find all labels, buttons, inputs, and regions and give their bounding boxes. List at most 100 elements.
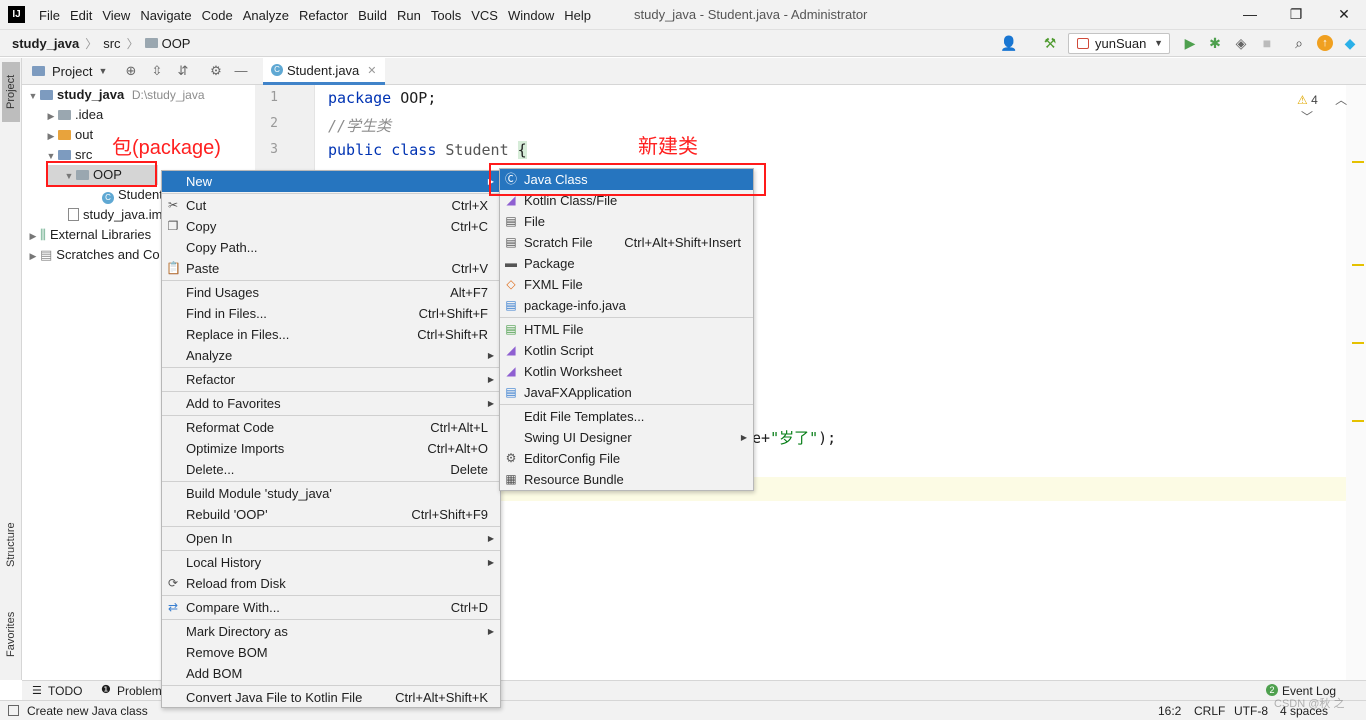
breadcrumb-oop[interactable]: OOP bbox=[162, 36, 191, 51]
close-button[interactable]: ✕ bbox=[1334, 4, 1354, 24]
chevron-right-icon[interactable]: ▶ bbox=[44, 106, 58, 126]
tree-item-idea[interactable]: ▶ .idea bbox=[44, 105, 104, 126]
menu-item-local-history[interactable]: Local History ▶ bbox=[162, 552, 500, 573]
submenu-item-scratch-file[interactable]: ▤ Scratch File Ctrl+Alt+Shift+Insert bbox=[500, 232, 753, 253]
hide-panel-icon[interactable]: — bbox=[233, 63, 249, 79]
menu-navigate[interactable]: Navigate bbox=[135, 8, 196, 23]
update-icon[interactable]: ↑ bbox=[1317, 35, 1333, 51]
caret-position[interactable]: 16:2 bbox=[1158, 704, 1181, 718]
search-icon[interactable]: ⌕ bbox=[1291, 35, 1307, 51]
menu-item-copy[interactable]: ❐ Copy Ctrl+C bbox=[162, 216, 500, 237]
menu-item-reload-from-disk[interactable]: ⟳ Reload from Disk bbox=[162, 573, 500, 594]
menu-item-new[interactable]: New ▶ bbox=[162, 171, 500, 192]
chevron-down-icon[interactable]: ▼ bbox=[98, 66, 107, 76]
collapse-all-icon[interactable]: ⇵ bbox=[175, 63, 191, 79]
menu-item-convert-to-kotlin[interactable]: Convert Java File to Kotlin File Ctrl+Alt… bbox=[162, 687, 500, 708]
menu-item-rebuild[interactable]: Rebuild 'OOP' Ctrl+Shift+F9 bbox=[162, 504, 500, 525]
menu-refactor[interactable]: Refactor bbox=[294, 8, 353, 23]
menu-help[interactable]: Help bbox=[559, 8, 596, 23]
expand-all-icon[interactable]: ⇳ bbox=[149, 63, 165, 79]
status-toggle-icon[interactable] bbox=[8, 705, 19, 716]
submenu-item-kotlin-script[interactable]: ◢ Kotlin Script bbox=[500, 340, 753, 361]
menu-item-remove-bom[interactable]: Remove BOM bbox=[162, 642, 500, 663]
tool-window-todo[interactable]: TODO bbox=[48, 684, 82, 698]
submenu-item-html-file[interactable]: ▤ HTML File bbox=[500, 319, 753, 340]
chevron-right-icon[interactable]: ▶ bbox=[26, 226, 40, 246]
menu-item-build-module[interactable]: Build Module 'study_java' bbox=[162, 483, 500, 504]
menu-item-replace-in-files[interactable]: Replace in Files... Ctrl+Shift+R bbox=[162, 324, 500, 345]
submenu-item-kotlin-worksheet[interactable]: ◢ Kotlin Worksheet bbox=[500, 361, 753, 382]
close-tab-icon[interactable]: ✕ bbox=[367, 64, 376, 77]
menu-code[interactable]: Code bbox=[197, 8, 238, 23]
gear-icon[interactable]: ⚙ bbox=[208, 63, 224, 79]
breadcrumb-project[interactable]: study_java bbox=[12, 36, 79, 51]
tool-window-tab-project[interactable]: Project bbox=[2, 62, 20, 122]
submenu-item-edit-file-templates[interactable]: Edit File Templates... bbox=[500, 406, 753, 427]
warning-stripe[interactable] bbox=[1352, 264, 1364, 266]
menu-item-add-to-favorites[interactable]: Add to Favorites ▶ bbox=[162, 393, 500, 414]
menu-file[interactable]: File bbox=[34, 8, 65, 23]
chevron-down-icon[interactable]: ﹀ bbox=[1301, 110, 1313, 124]
menu-window[interactable]: Window bbox=[503, 8, 559, 23]
warning-stripe[interactable] bbox=[1352, 420, 1364, 422]
submenu-item-package-info[interactable]: ▤ package-info.java bbox=[500, 295, 753, 316]
menu-build[interactable]: Build bbox=[353, 8, 392, 23]
submenu-item-file[interactable]: ▤ File bbox=[500, 211, 753, 232]
minimize-button[interactable]: — bbox=[1240, 4, 1260, 24]
editor-scroll-strip[interactable] bbox=[1346, 85, 1366, 680]
menu-item-optimize-imports[interactable]: Optimize Imports Ctrl+Alt+O bbox=[162, 438, 500, 459]
chevron-right-icon[interactable]: ▶ bbox=[26, 246, 40, 266]
warning-indicator[interactable]: ⚠ 4 ︿ ﹀ bbox=[1297, 91, 1366, 125]
tree-item-student[interactable]: C Student bbox=[102, 185, 163, 205]
submenu-item-javafx-application[interactable]: ▤ JavaFXApplication bbox=[500, 382, 753, 403]
debug-icon[interactable]: ✱ bbox=[1207, 35, 1223, 51]
menu-edit[interactable]: Edit bbox=[65, 8, 97, 23]
tree-item-external-libraries[interactable]: ▶ ⫼ External Libraries bbox=[26, 225, 152, 246]
tree-item-scratches[interactable]: ▶ ▤ Scratches and Co bbox=[26, 245, 160, 265]
file-encoding[interactable]: UTF-8 bbox=[1234, 704, 1268, 718]
breadcrumb-src[interactable]: src bbox=[103, 36, 120, 51]
warning-stripe[interactable] bbox=[1352, 161, 1364, 163]
menu-item-compare-with[interactable]: ⇄ Compare With... Ctrl+D bbox=[162, 597, 500, 618]
submenu-item-swing-ui-designer[interactable]: Swing UI Designer ▶ bbox=[500, 427, 753, 448]
hammer-icon[interactable]: ⚒ bbox=[1042, 35, 1058, 51]
menu-vcs[interactable]: VCS bbox=[466, 8, 503, 23]
menu-view[interactable]: View bbox=[97, 8, 135, 23]
chevron-right-icon[interactable]: ▶ bbox=[44, 126, 58, 146]
menu-item-find-in-files[interactable]: Find in Files... Ctrl+Shift+F bbox=[162, 303, 500, 324]
stop-icon[interactable]: ■ bbox=[1259, 35, 1275, 51]
jetbrains-toolbox-icon[interactable]: ◆ bbox=[1342, 35, 1358, 51]
chevron-down-icon[interactable]: ▼ bbox=[26, 86, 40, 106]
menu-item-refactor[interactable]: Refactor ▶ bbox=[162, 369, 500, 390]
menu-item-add-bom[interactable]: Add BOM bbox=[162, 663, 500, 684]
submenu-item-editorconfig-file[interactable]: ⚙ EditorConfig File bbox=[500, 448, 753, 469]
menu-item-open-in[interactable]: Open In ▶ bbox=[162, 528, 500, 549]
menu-analyze[interactable]: Analyze bbox=[238, 8, 294, 23]
tab-student-java[interactable]: C Student.java ✕ bbox=[263, 58, 385, 85]
menu-tools[interactable]: Tools bbox=[426, 8, 466, 23]
submenu-item-package[interactable]: ▬ Package bbox=[500, 253, 753, 274]
menu-item-cut[interactable]: ✂ Cut Ctrl+X bbox=[162, 195, 500, 216]
tree-item-study-java[interactable]: ▼ study_java D:\study_java bbox=[26, 85, 205, 105]
run-icon[interactable]: ▶ bbox=[1182, 35, 1198, 51]
warning-stripe[interactable] bbox=[1352, 342, 1364, 344]
maximize-button[interactable]: ❐ bbox=[1286, 4, 1306, 24]
submenu-item-fxml-file[interactable]: ◇ FXML File bbox=[500, 274, 753, 295]
tree-item-iml[interactable]: study_java.iml bbox=[68, 205, 165, 225]
menu-item-find-usages[interactable]: Find Usages Alt+F7 bbox=[162, 282, 500, 303]
run-configuration-select[interactable]: yunSuan ▼ bbox=[1068, 33, 1170, 54]
user-icon[interactable]: 👤 bbox=[1000, 35, 1017, 51]
menu-item-reformat-code[interactable]: Reformat Code Ctrl+Alt+L bbox=[162, 417, 500, 438]
line-separator[interactable]: CRLF bbox=[1194, 704, 1225, 718]
menu-item-mark-directory-as[interactable]: Mark Directory as ▶ bbox=[162, 621, 500, 642]
tool-window-tab-structure[interactable]: Structure bbox=[2, 510, 20, 580]
locate-file-icon[interactable]: ⊕ bbox=[123, 63, 139, 79]
submenu-item-resource-bundle[interactable]: ▦ Resource Bundle bbox=[500, 469, 753, 490]
tree-item-out[interactable]: ▶ out bbox=[44, 125, 94, 146]
chevron-up-icon[interactable]: ︿ bbox=[1335, 93, 1347, 107]
coverage-icon[interactable]: ◈ bbox=[1233, 35, 1249, 51]
tool-window-problems[interactable]: Problem bbox=[117, 684, 162, 698]
menu-item-analyze[interactable]: Analyze ▶ bbox=[162, 345, 500, 366]
menu-item-copy-path[interactable]: Copy Path... bbox=[162, 237, 500, 258]
tool-window-tab-favorites[interactable]: Favorites bbox=[2, 598, 20, 670]
